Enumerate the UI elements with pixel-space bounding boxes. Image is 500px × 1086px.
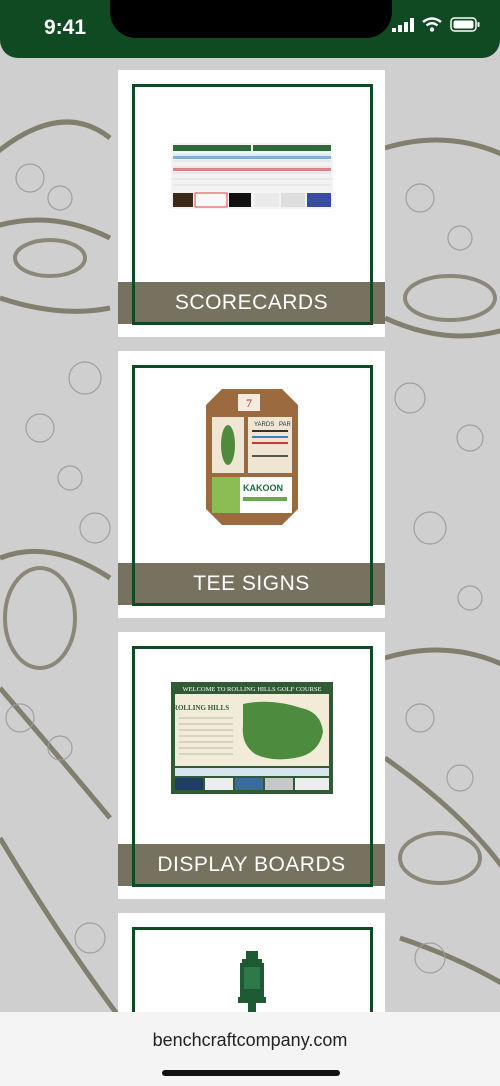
status-bar: 9:41 xyxy=(0,0,500,58)
card-scorecards[interactable]: SCORECARDS xyxy=(118,70,385,337)
product-list: SCORECARDS 7 YARDS PAR KAKOON TEE SIGNS … xyxy=(118,70,385,1050)
card-frame xyxy=(132,646,373,887)
status-icons xyxy=(392,17,480,32)
card-partial[interactable] xyxy=(118,913,385,1050)
card-tee-signs[interactable]: 7 YARDS PAR KAKOON TEE SIGNS xyxy=(118,351,385,618)
status-time: 9:41 xyxy=(44,16,87,39)
notch xyxy=(110,0,392,38)
card-frame xyxy=(132,84,373,325)
home-indicator[interactable] xyxy=(162,1070,340,1076)
battery-icon xyxy=(450,17,480,32)
browser-bottom-bar: benchcraftcompany.com xyxy=(0,1012,500,1086)
url-label[interactable]: benchcraftcompany.com xyxy=(0,1030,500,1051)
card-frame xyxy=(132,365,373,606)
signal-icon xyxy=(392,17,414,32)
card-display-boards[interactable]: WELCOME TO ROLLING HILLS GOLF COURSE ROL… xyxy=(118,632,385,899)
wifi-icon xyxy=(422,17,442,32)
